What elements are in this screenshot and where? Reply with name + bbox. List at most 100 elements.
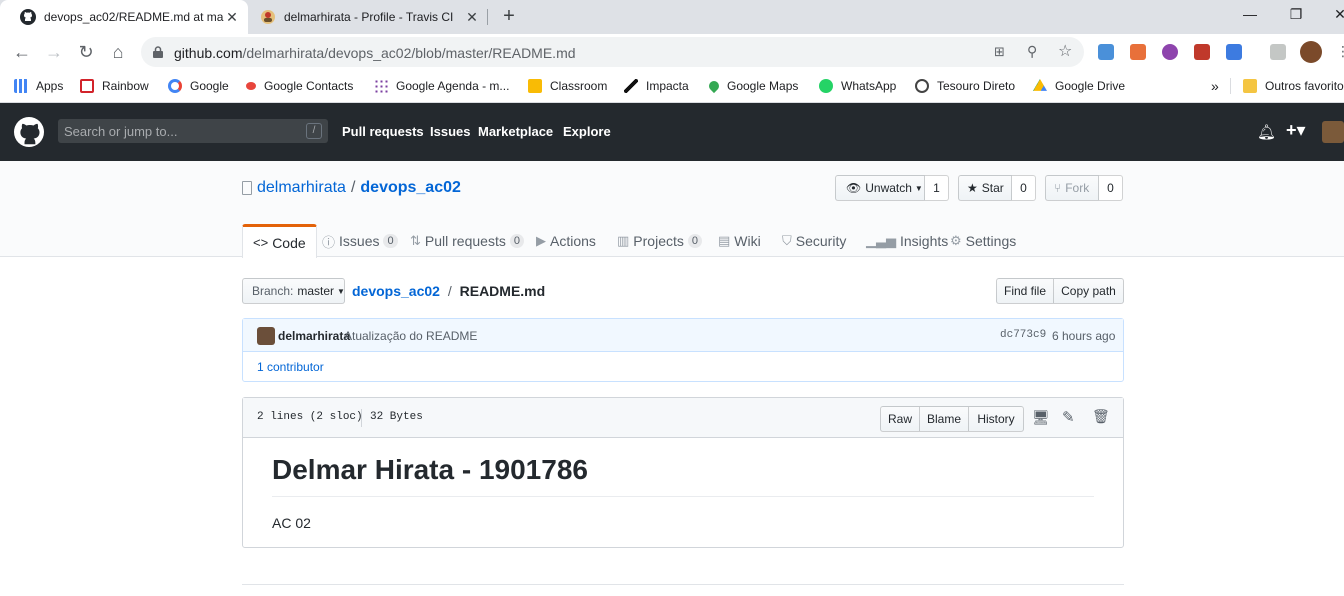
author-avatar[interactable]	[257, 327, 275, 345]
translate-icon[interactable]: ⊞	[994, 44, 1005, 60]
bookmark-impacta[interactable]: Impacta	[624, 76, 689, 96]
bookmark-drive[interactable]: Google Drive	[1033, 76, 1125, 96]
file-box: 2 lines (2 sloc) 32 Bytes Raw Blame Hist…	[242, 397, 1124, 548]
bookmark-star-icon[interactable]: ☆	[1058, 41, 1072, 61]
reload-icon[interactable]: ↻	[76, 42, 96, 62]
user-avatar[interactable]	[1322, 121, 1344, 143]
tab-actions[interactable]: ▶ Actions	[536, 224, 596, 258]
url-host: github.com	[174, 45, 243, 61]
bookmark-agenda[interactable]: Google Agenda - m...	[374, 76, 509, 96]
github-header: Search or jump to... / Pull requests Iss…	[0, 103, 1344, 161]
tab-counter: 0	[509, 234, 524, 248]
bookmark-rainbow[interactable]: Rainbow	[80, 76, 149, 96]
tab-issues[interactable]: ⓘ Issues 0	[322, 224, 398, 258]
close-window-icon[interactable]: ✕	[1330, 6, 1344, 26]
unwatch-button[interactable]: 👁︎ Unwatch ▼	[835, 175, 925, 201]
bookmark-label: Google Maps	[727, 79, 799, 93]
close-tab-icon[interactable]: ✕	[224, 9, 240, 25]
history-button[interactable]: History	[968, 406, 1024, 432]
fork-count[interactable]: 0	[1099, 175, 1123, 201]
copy-path-button[interactable]: Copy path	[1053, 278, 1124, 304]
search-placeholder: Search or jump to...	[64, 124, 178, 139]
commit-author-link[interactable]: delmarhirata	[278, 329, 350, 343]
restore-icon[interactable]: ❐	[1286, 6, 1306, 26]
travis-icon	[260, 9, 276, 25]
code-icon: <>	[253, 235, 269, 250]
bookmark-whatsapp[interactable]: WhatsApp	[819, 76, 896, 96]
star-button[interactable]: ★ Star	[958, 175, 1012, 201]
extension-icon[interactable]	[1226, 44, 1242, 60]
nav-issues[interactable]: Issues	[430, 124, 470, 139]
tab-label: Actions	[550, 233, 596, 249]
blame-button[interactable]: Blame	[919, 406, 969, 432]
other-bookmarks-folder[interactable]: Outros favoritos	[1243, 76, 1344, 96]
nav-pull-requests[interactable]: Pull requests	[342, 124, 424, 139]
repo-name-link[interactable]: devops_ac02	[360, 179, 461, 197]
desktop-icon[interactable]: 🖥︎	[1032, 409, 1050, 426]
tab-settings[interactable]: ⚙ Settings	[950, 224, 1016, 258]
find-file-button[interactable]: Find file	[996, 278, 1054, 304]
commit-sha-link[interactable]: dc773c9	[1000, 329, 1046, 341]
maps-icon	[706, 78, 722, 94]
tab-label: Projects	[633, 233, 684, 249]
bookmark-contacts[interactable]: Google Contacts	[246, 76, 353, 96]
menu-icon[interactable]: ⋮	[1336, 43, 1344, 60]
github-logo-icon[interactable]	[14, 117, 44, 147]
tab-pull-requests[interactable]: ⇅ Pull requests 0	[410, 224, 524, 258]
edit-pencil-icon[interactable]: ✎	[1062, 408, 1075, 426]
shield-icon: ⛉	[782, 233, 792, 248]
extension-icon[interactable]	[1098, 44, 1114, 60]
nav-marketplace[interactable]: Marketplace	[478, 124, 553, 139]
back-icon[interactable]: ←	[12, 42, 32, 62]
bookmark-maps[interactable]: Google Maps	[706, 76, 799, 96]
file-header: 2 lines (2 sloc) 32 Bytes Raw Blame Hist…	[243, 398, 1123, 438]
repo-owner-link[interactable]: delmarhirata	[257, 179, 346, 197]
breadcrumb-repo-link[interactable]: devops_ac02	[352, 283, 440, 299]
branch-select-button[interactable]: Branch: master ▼	[242, 278, 345, 304]
folder-icon	[1243, 79, 1257, 93]
star-count[interactable]: 0	[1012, 175, 1036, 201]
media-icon[interactable]	[1270, 44, 1286, 60]
issue-icon: ⓘ	[322, 234, 336, 250]
nav-explore[interactable]: Explore	[563, 124, 611, 139]
minimize-icon[interactable]: —	[1240, 6, 1260, 26]
bookmark-apps[interactable]: Apps	[14, 76, 63, 96]
pull-request-icon: ⇅	[410, 233, 421, 248]
home-icon[interactable]: ⌂	[108, 42, 128, 62]
tab-wiki[interactable]: ▤ Wiki	[718, 224, 761, 258]
tab-label: Settings	[965, 233, 1017, 249]
tab-projects[interactable]: ▥ Projects 0	[617, 224, 702, 258]
bookmark-google[interactable]: Google	[168, 76, 229, 96]
tab-label: Issues	[339, 233, 380, 249]
gear-icon: ⚙	[950, 233, 962, 248]
contributors-link[interactable]: 1 contributor	[257, 360, 324, 374]
create-new-icon[interactable]: +▾	[1286, 120, 1306, 141]
close-tab-icon[interactable]: ✕	[464, 9, 480, 25]
watch-count[interactable]: 1	[925, 175, 949, 201]
pdf-extension-icon[interactable]	[1194, 44, 1210, 60]
forward-icon[interactable]: →	[44, 42, 64, 62]
raw-button[interactable]: Raw	[880, 406, 920, 432]
commit-message-link[interactable]: Atualização do README	[344, 329, 477, 343]
browser-tab-travis[interactable]: delmarhirata - Profile - Travis CI ✕	[240, 0, 488, 34]
fork-button[interactable]: ⑂ Fork	[1045, 175, 1099, 201]
readme-paragraph: AC 02	[272, 515, 311, 531]
profile-avatar[interactable]	[1300, 41, 1322, 63]
zoom-icon[interactable]: ⚲	[1027, 43, 1037, 60]
notification-bell-icon[interactable]: 🔔︎	[1257, 123, 1276, 141]
address-bar[interactable]: github.com/delmarhirata/devops_ac02/blob…	[141, 37, 1084, 67]
search-input[interactable]: Search or jump to... /	[58, 119, 328, 143]
tab-label: Pull requests	[424, 233, 506, 249]
new-tab-button[interactable]: +	[498, 5, 520, 27]
extension-icon[interactable]	[1162, 44, 1178, 60]
extension-icon[interactable]	[1130, 44, 1146, 60]
bookmark-tesouro[interactable]: Tesouro Direto	[915, 76, 1015, 96]
bookmark-classroom[interactable]: Classroom	[528, 76, 607, 96]
tab-security[interactable]: ⛉ Security	[782, 224, 846, 258]
readme-heading: Delmar Hirata - 1901786	[272, 454, 588, 485]
tab-insights[interactable]: ▁▃▅ Insights	[866, 224, 948, 258]
browser-tab-github[interactable]: devops_ac02/README.md at ma ✕	[0, 0, 248, 34]
delete-trash-icon[interactable]: 🗑︎	[1092, 408, 1110, 425]
bookmarks-more-button[interactable]: »	[1211, 76, 1219, 96]
tab-code[interactable]: <> Code	[242, 224, 317, 258]
